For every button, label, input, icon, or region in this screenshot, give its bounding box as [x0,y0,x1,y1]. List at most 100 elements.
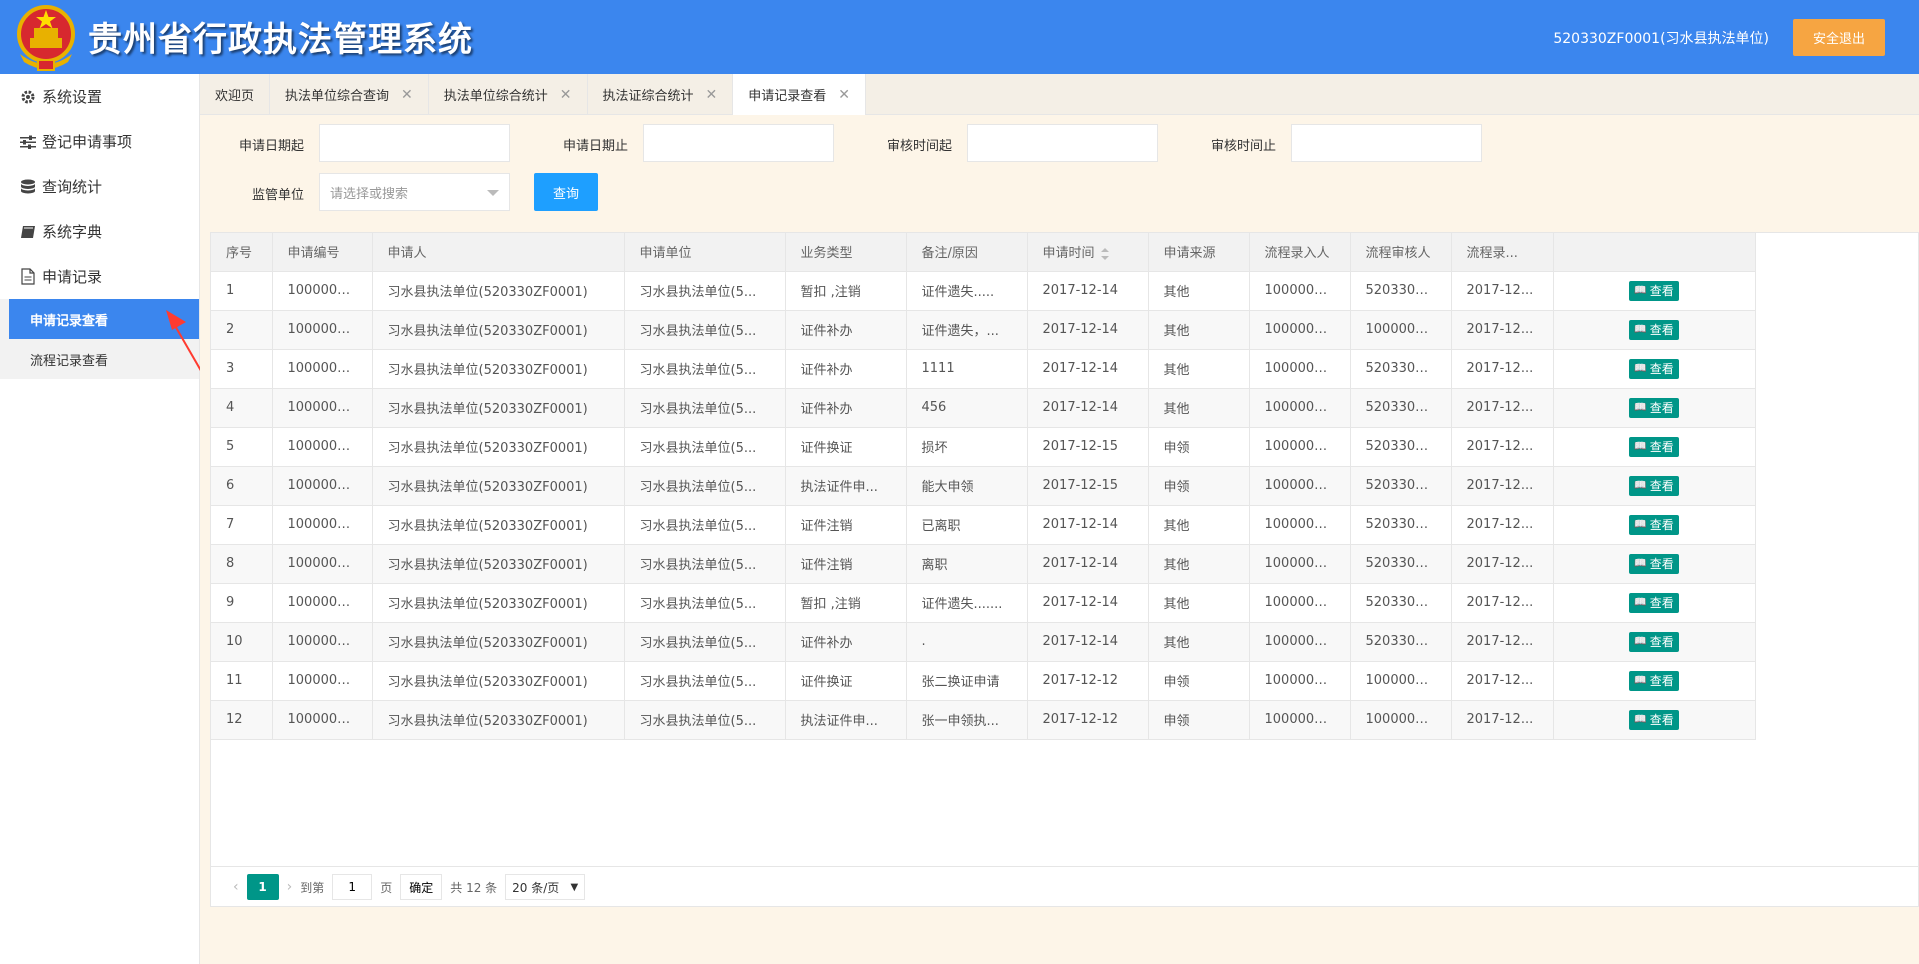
close-icon[interactable]: ✕ [560,87,572,103]
chevron-down-icon [487,190,499,196]
column-header-apply-time[interactable]: 申请时间 [1027,233,1149,272]
table-cell: 1000000... [1350,661,1452,701]
table-cell: 习水县执法单位(5... [624,661,786,701]
tab-label: 申请记录查看 [748,89,827,104]
table-cell: 2017-12... [1451,544,1554,584]
table-cell: 1000002... [272,661,373,701]
tab-welcome[interactable]: 欢迎页 [200,74,271,115]
tab-unit-stats[interactable]: 执法单位综合统计 ✕ [429,74,588,115]
table-cell: 1000000... [1249,466,1351,506]
view-button-label: 查看 [1649,674,1674,688]
table-cell-actions: 📖 查看 [1553,310,1756,350]
table-cell: 证件补办 [785,388,907,428]
chevron-left-icon[interactable]: ‹ [233,879,239,895]
table-cell-actions: 📖 查看 [1553,349,1756,389]
sidebar-item-query-stats[interactable]: 查询统计 [0,164,199,209]
table-cell: 8 [211,544,273,584]
table-cell: 习水县执法单位(520330ZF0001) [372,271,625,311]
app-title: 贵州省行政执法管理系统 [88,20,473,60]
sidebar-item-system-settings[interactable]: 系统设置 [0,74,199,119]
sidebar-item-label: 系统字典 [42,223,103,241]
table-cell: 能大申领 [906,466,1028,506]
table-cell: 2 [211,310,273,350]
sidebar-item-dictionary[interactable]: 系统字典 [0,209,199,254]
table-cell: 1000002... [272,700,373,740]
table-cell-actions: 📖 查看 [1553,466,1756,506]
table-cell-actions: 📖 查看 [1553,388,1756,428]
table-cell: 其他 [1148,349,1250,389]
close-icon[interactable]: ✕ [706,87,718,103]
current-page[interactable]: 1 [246,874,279,900]
table-cell: 520330Z... [1350,466,1452,506]
view-button[interactable]: 📖 查看 [1629,475,1679,496]
column-header: 业务类型 [785,233,907,272]
table-cell: 1000002... [272,544,373,584]
view-button[interactable]: 📖 查看 [1629,280,1679,301]
sort-icon[interactable] [1100,247,1109,260]
sidebar-item-label: 查询统计 [42,178,103,196]
goto-confirm-button[interactable]: 确定 [400,874,443,900]
open-book-icon: 📖 [1634,480,1647,491]
tab-apply-record-view[interactable]: 申请记录查看 ✕ [733,74,867,115]
apply-date-start-input[interactable] [319,124,510,162]
view-button-label: 查看 [1649,479,1674,493]
table-cell: 3 [211,349,273,389]
supervisor-select[interactable]: 请选择或搜索 [319,173,510,211]
table-cell: 1000000... [1249,388,1351,428]
query-button[interactable]: 查询 [534,173,598,211]
table-cell: 2017-12-14 [1027,505,1149,545]
open-book-icon: 📖 [1634,519,1647,530]
tab-label: 欢迎页 [215,89,255,104]
table-cell: 习水县执法单位(520330ZF0001) [372,505,625,545]
page-size-select[interactable]: 20 条/页 ▼ [505,874,586,900]
goto-page-input[interactable] [332,874,373,900]
gear-icon [18,87,38,107]
column-header: 流程审核人 [1350,233,1452,272]
view-button[interactable]: 📖 查看 [1629,358,1679,379]
apply-date-end-input[interactable] [643,124,834,162]
table-cell: 2017-12-14 [1027,388,1149,428]
sidebar-item-register-items[interactable]: 登记申请事项 [0,119,199,164]
review-time-start-input[interactable] [967,124,1158,162]
apply-date-start-label: 申请日期起 [238,139,304,154]
tab-label: 执法证综合统计 [602,89,694,104]
sidebar-item-apply-records[interactable]: 申请记录 [0,254,199,299]
view-button[interactable]: 📖 查看 [1629,553,1679,574]
table-cell: 其他 [1148,388,1250,428]
tab-unit-query[interactable]: 执法单位综合查询 ✕ [270,74,429,115]
table-cell: 其他 [1148,622,1250,662]
table-cell: 2017-12... [1451,388,1554,428]
table-cell: 习水县执法单位(5... [624,466,786,506]
view-button[interactable]: 📖 查看 [1629,592,1679,613]
review-time-end-input[interactable] [1291,124,1482,162]
table-cell: 1000002... [272,583,373,623]
table-cell: 1000002... [272,388,373,428]
tab-label: 执法单位综合统计 [443,89,548,104]
close-icon[interactable]: ✕ [401,87,413,103]
table-cell: 6 [211,466,273,506]
table-cell: 2017-12-14 [1027,583,1149,623]
view-button-label: 查看 [1649,362,1674,376]
view-button[interactable]: 📖 查看 [1629,436,1679,457]
table-row: 10 1000002... 习水县执法单位(520330ZF0001) 习水县执法单位… [211,622,1756,662]
view-button[interactable]: 📖 查看 [1629,670,1679,691]
chevron-right-icon[interactable]: › [287,879,293,895]
view-button[interactable]: 📖 查看 [1629,319,1679,340]
view-button[interactable]: 📖 查看 [1629,631,1679,652]
table-row: 12 1000002... 习水县执法单位(520330ZF0001) 习水县执法单位… [211,700,1756,740]
view-button[interactable]: 📖 查看 [1629,397,1679,418]
table-cell: 520330Z... [1350,622,1452,662]
view-button[interactable]: 📖 查看 [1629,514,1679,535]
table-cell: 520330Z... [1350,583,1452,623]
table-cell: 1000000... [1249,427,1351,467]
table-cell: 12 [211,700,273,740]
table-row: 6 1000002... 习水县执法单位(520330ZF0001) 习水县执法单位(… [211,466,1756,506]
table-cell: 1000002... [272,310,373,350]
sidebar-item-label: 申请记录 [42,268,103,286]
logout-button[interactable]: 安全退出 [1793,19,1885,56]
close-icon[interactable]: ✕ [838,87,850,103]
tab-cert-stats[interactable]: 执法证综合统计 ✕ [588,74,734,115]
view-button[interactable]: 📖 查看 [1629,709,1679,730]
table-cell: 4 [211,388,273,428]
view-button-label: 查看 [1649,518,1674,532]
